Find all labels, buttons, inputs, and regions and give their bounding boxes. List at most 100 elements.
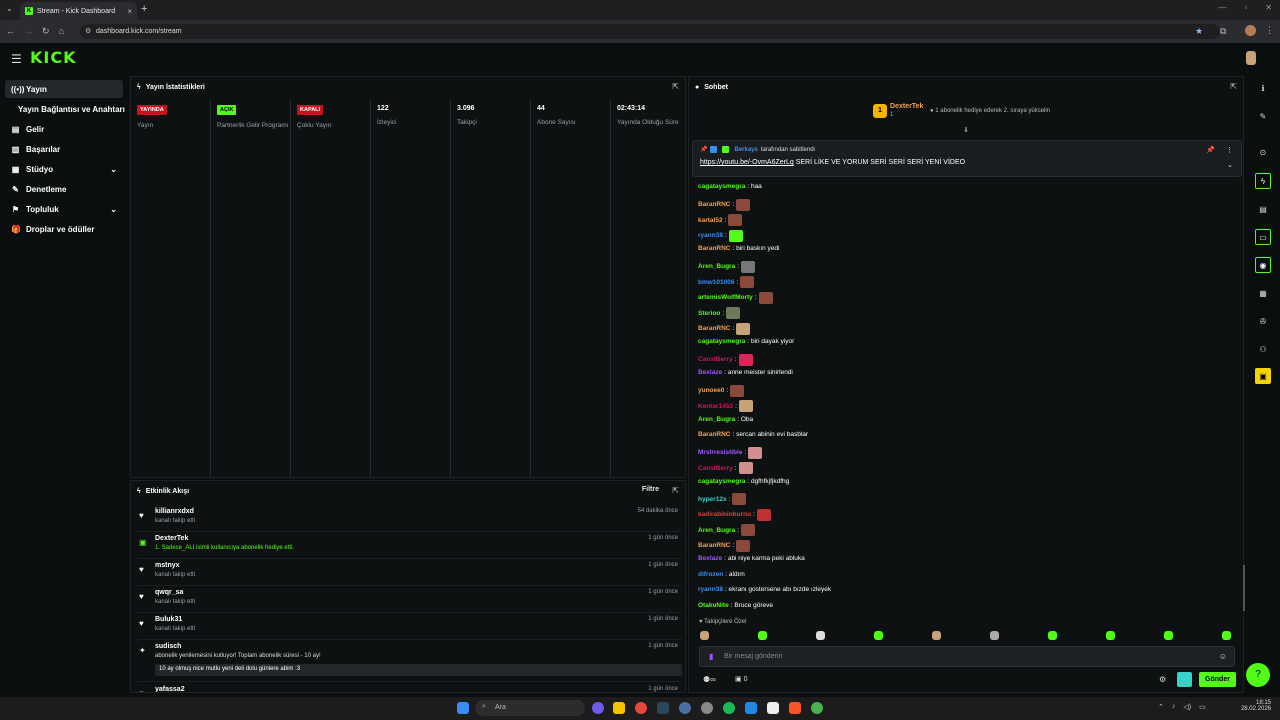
feed-username[interactable]: qwqr_sa: [155, 589, 183, 596]
clapper-icon[interactable]: ▣: [1255, 368, 1271, 384]
app-icon[interactable]: [679, 702, 691, 714]
mic-tray-icon[interactable]: ♪: [1172, 703, 1176, 711]
chat-username[interactable]: cagataysmegra: [698, 478, 745, 485]
feed-username[interactable]: DexterTek: [155, 535, 188, 542]
chat-username[interactable]: ryann38: [698, 232, 723, 239]
top-gifter-name[interactable]: DexterTek: [890, 103, 923, 110]
chat-username[interactable]: Aren_Bugra: [698, 527, 735, 534]
document-icon[interactable]: ▤: [1256, 202, 1270, 216]
sidebar-item-drops[interactable]: 🎁 Droplar ve ödüller: [5, 220, 123, 238]
brave-icon[interactable]: [789, 702, 801, 714]
chat-username[interactable]: artemisWolfMorty: [698, 294, 753, 301]
chat-username[interactable]: cagataysmegra: [698, 183, 745, 190]
pinned-link[interactable]: https://youtu.be/-OvmA6ZerLg: [700, 159, 794, 166]
chat-username[interactable]: difrozen: [698, 571, 723, 578]
feed-username[interactable]: killianrxdxd: [155, 508, 194, 515]
spotify-icon[interactable]: [723, 702, 735, 714]
chat-username[interactable]: yunoee0: [698, 387, 724, 394]
chevron-up-icon[interactable]: ⌃: [1158, 703, 1164, 711]
quick-emote-icon[interactable]: [990, 631, 999, 640]
mic-icon[interactable]: ▮: [709, 652, 713, 661]
pinned-by-user[interactable]: Berkays: [734, 147, 757, 153]
chat-username[interactable]: BaranRNC: [698, 201, 731, 208]
forward-icon[interactable]: →: [24, 26, 33, 37]
chat-username[interactable]: hyper12x: [698, 496, 727, 503]
chat-username[interactable]: MrsIrresistible: [698, 449, 742, 456]
help-chat-icon[interactable]: ?: [1246, 663, 1270, 687]
file-explorer-icon[interactable]: [613, 702, 625, 714]
minimize-icon[interactable]: —: [1218, 3, 1226, 12]
sidebar-item-community[interactable]: ⚑ Topluluk ⌄: [5, 200, 123, 218]
browser-tab[interactable]: K Stream - Kick Dashboard ×: [20, 2, 137, 20]
bookmark-star-icon[interactable]: ★: [1195, 26, 1203, 37]
record-icon[interactable]: ⊙: [1256, 145, 1270, 159]
more-options-icon[interactable]: ⋮: [1226, 146, 1233, 154]
sidebar-item-studio[interactable]: ▦ Stüdyo ⌄: [5, 160, 123, 178]
chat-input[interactable]: ▮ Bir mesaj gönderin ☺: [699, 646, 1235, 667]
quick-emote-icon[interactable]: [1222, 631, 1231, 640]
feed-username[interactable]: sudisch: [155, 643, 181, 650]
chrome-icon[interactable]: [635, 702, 647, 714]
quick-emote-icon[interactable]: [1164, 631, 1173, 640]
feed-username[interactable]: mstnyx: [155, 562, 180, 569]
feed-username[interactable]: Buluk31: [155, 616, 182, 623]
chat-username[interactable]: Kentar1453: [698, 403, 733, 410]
quick-emote-icon[interactable]: [874, 631, 883, 640]
collapse-arrow-icon[interactable]: ⇓: [963, 126, 969, 134]
popout-icon[interactable]: ⇱: [672, 82, 679, 91]
site-info-icon[interactable]: ⚙: [85, 27, 91, 35]
back-icon[interactable]: ←: [6, 26, 15, 37]
layout-icon[interactable]: ▦: [1256, 286, 1270, 300]
quick-emote-icon[interactable]: [700, 631, 709, 640]
chat-username[interactable]: OtakuNite: [698, 602, 729, 609]
user-avatar[interactable]: [1246, 51, 1256, 65]
settings-app-icon[interactable]: [701, 702, 713, 714]
tab-search-icon[interactable]: ⌄: [6, 4, 13, 13]
quick-emote-icon[interactable]: [932, 631, 941, 640]
chevron-down-icon[interactable]: ⌄: [1227, 161, 1233, 169]
sidebar-subitem-stream-key[interactable]: Yayın Bağlantısı ve Anahtarı: [18, 105, 125, 114]
new-tab-icon[interactable]: +: [141, 3, 147, 15]
chat-username[interactable]: kartal52: [698, 217, 723, 224]
steam-icon[interactable]: [657, 702, 669, 714]
send-button[interactable]: Gönder: [1199, 672, 1236, 687]
close-tab-icon[interactable]: ×: [127, 7, 132, 16]
windows-start-icon[interactable]: [457, 702, 469, 714]
popout-icon[interactable]: ⇱: [672, 486, 679, 495]
quick-emote-icon[interactable]: [816, 631, 825, 640]
chat-username[interactable]: bmw101006: [698, 279, 735, 286]
chat-username[interactable]: ryann38: [698, 586, 723, 593]
chat-username[interactable]: cagataysmegra: [698, 338, 745, 345]
quick-emote-icon[interactable]: [1048, 631, 1057, 640]
quick-emote-icon[interactable]: [758, 631, 767, 640]
volume-icon[interactable]: ◁): [1183, 703, 1191, 711]
group-icon[interactable]: ⚇: [1256, 342, 1270, 356]
chat-username[interactable]: BaranRNC: [698, 431, 731, 438]
chat-username[interactable]: Aren_Bugra: [698, 416, 735, 423]
chat-username[interactable]: kadirabininburnu: [698, 511, 751, 518]
chat-settings-icon[interactable]: ⚙: [1159, 675, 1166, 684]
popout-icon[interactable]: ⇱: [1230, 82, 1237, 91]
info-icon[interactable]: ℹ: [1256, 81, 1270, 95]
feed-username[interactable]: yafassa2: [155, 686, 185, 692]
extensions-icon[interactable]: ⧉: [1220, 26, 1226, 37]
chat-username[interactable]: Aren_Bugra: [698, 263, 735, 270]
kick-logo[interactable]: KICK: [30, 48, 77, 67]
chat-scrollbar[interactable]: [1243, 565, 1245, 611]
home-icon[interactable]: ⌂: [59, 26, 64, 37]
chat-widget-icon[interactable]: ▭: [1255, 229, 1271, 245]
sidebar-item-stream[interactable]: ((•)) Yayın: [5, 80, 123, 98]
clock[interactable]: 18:15 28.02.2026: [1237, 700, 1271, 712]
notion-icon[interactable]: [767, 702, 779, 714]
browser-menu-icon[interactable]: ⋮: [1265, 25, 1274, 36]
maximize-icon[interactable]: ▫: [1244, 3, 1247, 12]
sidebar-item-revenue[interactable]: ▤ Gelir: [5, 120, 123, 138]
chat-username[interactable]: CanslBerry: [698, 356, 733, 363]
bolt-widget-icon[interactable]: ϟ: [1255, 173, 1271, 189]
wrench-icon[interactable]: ✇: [1256, 314, 1270, 328]
unpin-icon[interactable]: 📌: [1206, 146, 1215, 154]
taskbar-search[interactable]: ⌕ Ara: [475, 700, 585, 716]
vscode-icon[interactable]: [745, 702, 757, 714]
chat-username[interactable]: Bexlaze: [698, 555, 722, 562]
broadcast-widget-icon[interactable]: ◉: [1255, 257, 1271, 273]
